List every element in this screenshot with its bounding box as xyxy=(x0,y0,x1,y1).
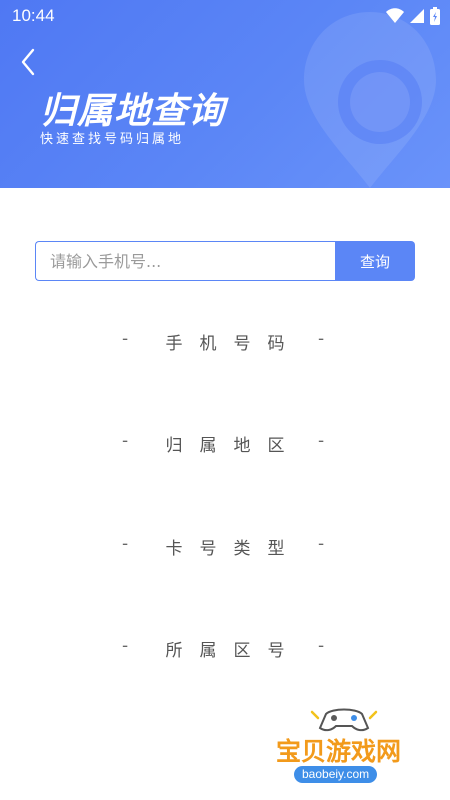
signal-icon xyxy=(410,9,424,23)
result-row-card-type: - 卡号类型 - xyxy=(0,531,450,561)
status-bar: 10:44 xyxy=(0,0,450,32)
chevron-left-icon xyxy=(21,48,35,76)
location-pin-icon xyxy=(304,12,436,188)
result-dash-left: - xyxy=(122,329,129,349)
app-screen: 10:44 归属地查询 快速查找号码归属地 请输入手机号... 查询 - 手机号… xyxy=(0,0,450,800)
result-row-area-code: - 所属区号 - xyxy=(0,633,450,663)
status-time: 10:44 xyxy=(12,6,55,25)
result-label: 手机号码 xyxy=(165,333,302,354)
result-row-phone: - 手机号码 - xyxy=(0,326,450,356)
result-dash-left: - xyxy=(122,534,129,554)
header-banner: 10:44 归属地查询 快速查找号码归属地 xyxy=(0,0,450,188)
back-button[interactable] xyxy=(10,44,46,80)
page-title: 归属地查询 xyxy=(40,91,226,132)
result-dash-right: - xyxy=(318,431,325,451)
phone-number-input[interactable] xyxy=(35,241,335,281)
result-dash-left: - xyxy=(122,431,129,451)
watermark-url: baobeiy.com xyxy=(294,766,378,783)
search-row: 查询 xyxy=(35,241,415,281)
watermark-text: 宝贝游戏网 xyxy=(276,737,402,766)
result-dash-right: - xyxy=(318,534,325,554)
battery-icon xyxy=(430,7,440,25)
page-subtitle: 快速查找号码归属地 xyxy=(40,132,185,147)
result-label: 卡号类型 xyxy=(165,538,302,559)
result-dash-left: - xyxy=(122,636,129,656)
result-label: 所属区号 xyxy=(165,640,302,661)
wifi-icon xyxy=(386,8,404,23)
result-dash-right: - xyxy=(318,636,325,656)
result-row-region: - 归属地区 - xyxy=(0,428,450,458)
watermark-logo: 宝贝游戏网 baobeiy.com xyxy=(272,700,422,792)
query-button[interactable]: 查询 xyxy=(335,241,415,281)
status-icons xyxy=(386,6,440,26)
result-label: 归属地区 xyxy=(165,435,302,456)
result-dash-right: - xyxy=(318,329,325,349)
